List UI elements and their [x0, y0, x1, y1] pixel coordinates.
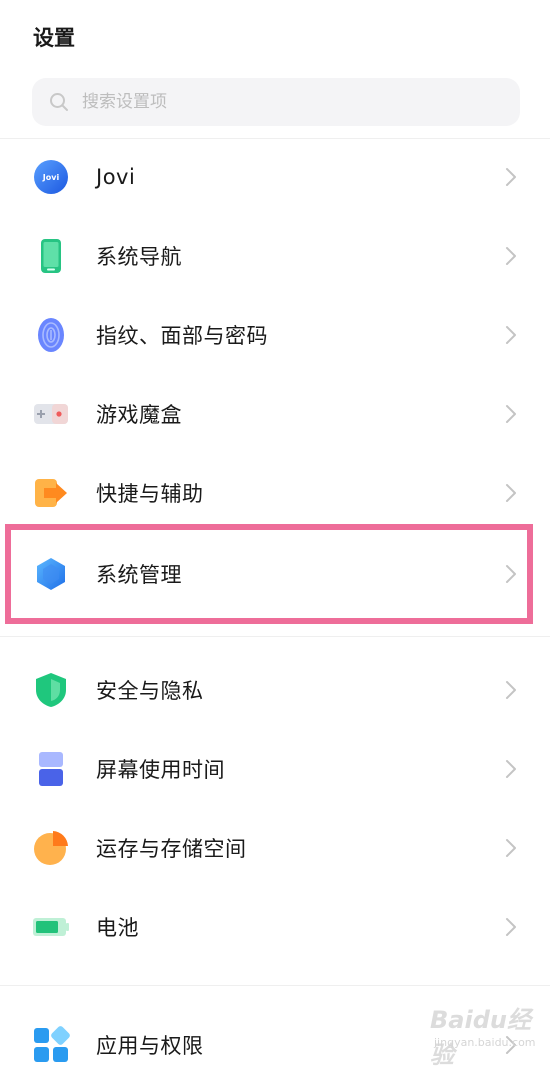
settings-item-label: 快捷与辅助 — [96, 482, 204, 506]
watermark: Baidu经验 jingyan.baidu.com — [420, 1000, 540, 1069]
settings-item-battery[interactable]: 电池 — [0, 888, 550, 966]
highlight-box — [5, 524, 533, 624]
settings-item-memory-storage[interactable]: 运存与存储空间 — [0, 809, 550, 887]
battery-icon — [33, 918, 69, 936]
settings-item-jovi[interactable]: Jovi Jovi — [0, 138, 550, 216]
chevron-right-icon — [506, 839, 516, 857]
shield-icon — [36, 673, 66, 707]
chevron-right-icon — [506, 326, 516, 344]
settings-item-game-box[interactable]: 游戏魔盒 — [0, 375, 550, 453]
page-title: 设置 — [33, 26, 75, 50]
divider — [0, 636, 550, 637]
chevron-right-icon — [506, 681, 516, 699]
settings-item-system-navigation[interactable]: 系统导航 — [0, 217, 550, 295]
pie-chart-icon — [34, 831, 68, 865]
settings-item-screen-time[interactable]: 屏幕使用时间 — [0, 730, 550, 808]
fingerprint-icon — [38, 318, 64, 352]
settings-item-fingerprint-face-password[interactable]: 指纹、面部与密码 — [0, 296, 550, 374]
game-box-icon — [34, 404, 68, 424]
settings-item-security-privacy[interactable]: 安全与隐私 — [0, 651, 550, 729]
settings-item-label: 屏幕使用时间 — [96, 758, 225, 782]
settings-item-label: 系统导航 — [96, 245, 182, 269]
chevron-right-icon — [506, 405, 516, 423]
shortcut-arrow-icon — [35, 479, 67, 507]
chevron-right-icon — [506, 247, 516, 265]
jovi-icon: Jovi — [34, 160, 68, 194]
divider — [0, 985, 550, 986]
search-input[interactable] — [80, 91, 484, 113]
chevron-right-icon — [506, 484, 516, 502]
search-icon — [50, 93, 68, 111]
settings-item-shortcuts-accessibility[interactable]: 快捷与辅助 — [0, 454, 550, 532]
apps-grid-icon — [34, 1026, 70, 1062]
settings-item-label: 游戏魔盒 — [96, 403, 182, 427]
search-bar[interactable] — [32, 78, 520, 126]
settings-item-label: 运存与存储空间 — [96, 837, 247, 861]
hourglass-icon — [39, 752, 63, 786]
phone-navigation-icon — [41, 239, 61, 273]
chevron-right-icon — [506, 760, 516, 778]
settings-item-label: 电池 — [96, 916, 139, 940]
svg-text:Jovi: Jovi — [42, 173, 60, 182]
watermark-logo-text: Baidu经验 — [430, 1006, 531, 1069]
settings-item-label: 应用与权限 — [96, 1034, 204, 1058]
watermark-url: jingyan.baidu.com — [434, 1036, 536, 1049]
chevron-right-icon — [506, 918, 516, 936]
settings-item-label: 指纹、面部与密码 — [96, 324, 268, 348]
settings-item-label: 安全与隐私 — [96, 679, 204, 703]
chevron-right-icon — [506, 168, 516, 186]
settings-item-label: Jovi — [96, 165, 136, 189]
